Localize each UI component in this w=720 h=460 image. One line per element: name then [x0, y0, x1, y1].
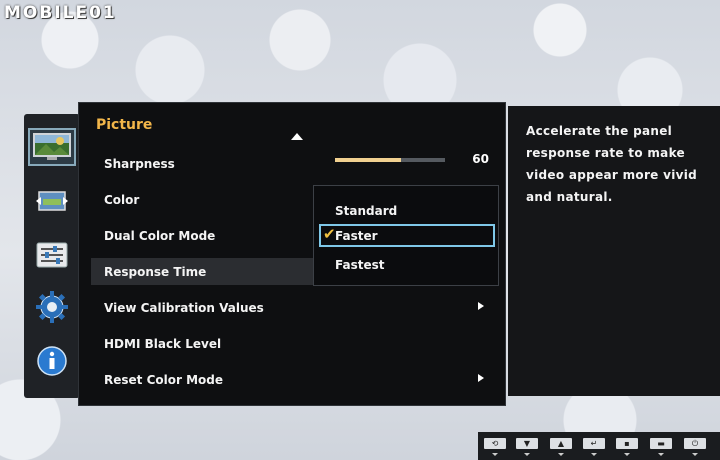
- key-indicator: [524, 453, 530, 456]
- response-time-dropdown: Standard ✔ Faster Fastest: [313, 185, 499, 286]
- menu-item-hdmi-black-level[interactable]: HDMI Black Level: [91, 330, 317, 357]
- sharpness-slider-fill: [335, 158, 401, 162]
- power-icon[interactable]: ⏻: [684, 438, 706, 449]
- scroll-up-icon[interactable]: [291, 133, 303, 140]
- key-indicator: [558, 453, 564, 456]
- sharpness-value: 60: [472, 152, 489, 166]
- menu-item-label: Color: [104, 192, 140, 207]
- menu-item-sharpness[interactable]: Sharpness: [91, 150, 317, 177]
- key-indicator: [624, 453, 630, 456]
- menu-item-label: Dual Color Mode: [104, 228, 216, 243]
- key-indicator: [692, 453, 698, 456]
- source-icon[interactable]: ▪: [616, 438, 638, 449]
- key-indicator: [492, 453, 498, 456]
- menu-item-color[interactable]: Color: [91, 186, 317, 213]
- option-label: Fastest: [335, 257, 385, 272]
- settings-sliders-icon[interactable]: [34, 240, 70, 270]
- menu-item-reset-color-mode[interactable]: Reset Color Mode: [91, 366, 317, 393]
- submenu-arrow-icon: [478, 302, 484, 310]
- rotate-icon[interactable]: ⟲: [484, 438, 506, 449]
- panel-title: Picture: [96, 117, 153, 133]
- menu-item-response-time[interactable]: Response Time: [91, 258, 317, 285]
- key-indicator: [658, 453, 664, 456]
- enter-icon[interactable]: ↵: [583, 438, 605, 449]
- help-description: Accelerate the panel response rate to ma…: [508, 106, 720, 396]
- menu-item-view-calibration-values[interactable]: View Calibration Values: [91, 294, 317, 321]
- down-arrow-icon[interactable]: ▼: [516, 438, 538, 449]
- menu-item-label: Reset Color Mode: [104, 372, 223, 387]
- menu-item-label: HDMI Black Level: [104, 336, 222, 351]
- pip-icon[interactable]: ▬: [650, 438, 672, 449]
- menu-item-dual-color-mode[interactable]: Dual Color Mode: [91, 222, 317, 249]
- screen-size-icon[interactable]: [34, 186, 70, 216]
- menu-item-label: View Calibration Values: [104, 300, 264, 315]
- option-faster[interactable]: ✔ Faster: [319, 224, 495, 247]
- watermark: MOBILE01: [4, 3, 117, 23]
- info-icon[interactable]: [34, 346, 70, 376]
- submenu-arrow-icon: [478, 374, 484, 382]
- option-standard[interactable]: Standard: [319, 199, 495, 222]
- sharpness-slider[interactable]: [335, 158, 445, 162]
- picture-icon[interactable]: [28, 128, 76, 166]
- option-label: Standard: [335, 203, 398, 218]
- checkmark-icon: ✔: [323, 225, 336, 243]
- category-icon-strip: [24, 114, 80, 398]
- option-fastest[interactable]: Fastest: [319, 253, 495, 276]
- option-label: Faster: [335, 228, 378, 243]
- menu-item-label: Response Time: [104, 264, 207, 279]
- key-indicator: [591, 453, 597, 456]
- up-arrow-icon[interactable]: ▲: [550, 438, 572, 449]
- gear-icon[interactable]: [34, 291, 70, 323]
- control-key-bar: ⟲ ▼ ▲ ↵ ▪ ▬ ⏻: [478, 432, 720, 460]
- menu-item-label: Sharpness: [104, 156, 175, 171]
